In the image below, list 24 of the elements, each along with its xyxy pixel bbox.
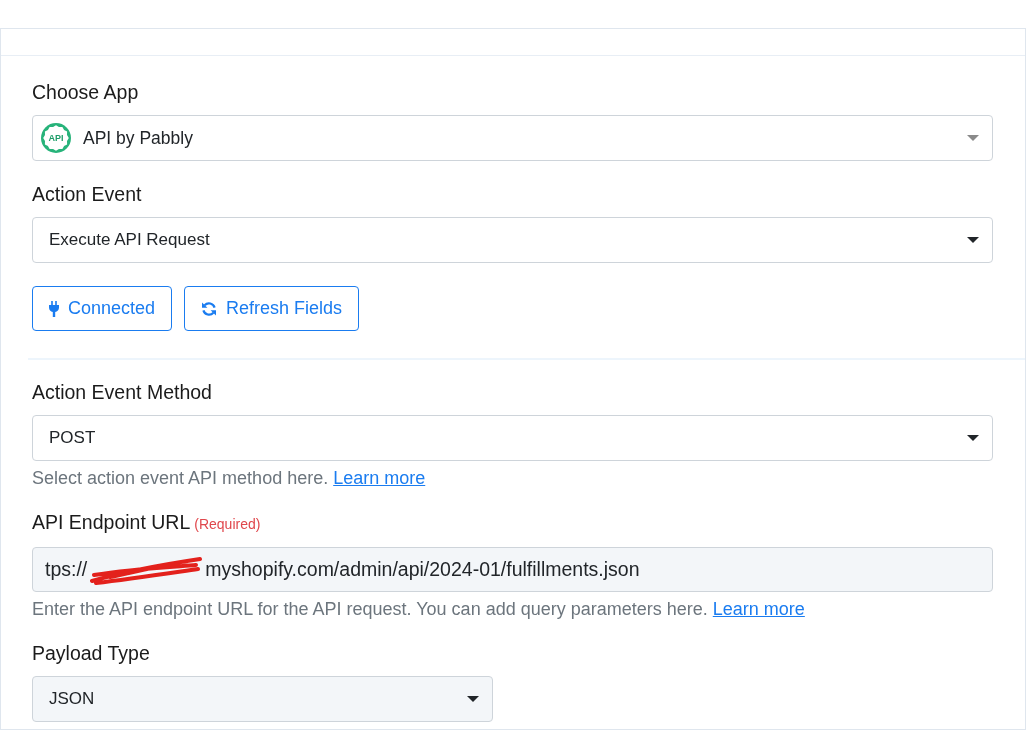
dropdown[interactable]: Execute API Request [32,217,993,263]
app-dropdown[interactable]: API API by Pabbly [32,115,993,161]
field-label: Payload Type [32,641,150,665]
dropdown[interactable]: POST [32,415,993,461]
caret-icon [967,135,979,141]
help-text: Enter the API endpoint URL for the API request. You can add query parameters here. Learn more [32,598,806,620]
learn-more-link[interactable]: Learn more [712,599,805,619]
refresh-button[interactable]: Refresh Fields [184,286,360,331]
plug-icon [49,300,59,317]
help-text: Select action event API method here. Learn more [32,467,427,489]
app-logo-icon: API [41,123,71,153]
field-label: Choose App [32,80,139,104]
connection-button[interactable]: Connected [32,286,173,331]
caret-icon [467,696,479,702]
field-label: Action Event [32,182,142,206]
url-field[interactable]: tps:// myshopify.com/admin/api/2024-01/fulfillments.json [32,547,993,592]
dropdown[interactable]: JSON [32,676,493,722]
caret-icon [967,237,979,243]
learn-more-link[interactable]: Learn more [333,468,426,488]
refresh-icon [201,300,218,317]
field-label: Action Event Method [32,380,212,404]
caret-icon [967,435,979,441]
field-label: API Endpoint URL [32,510,191,534]
required-note: (Required) [194,515,261,534]
